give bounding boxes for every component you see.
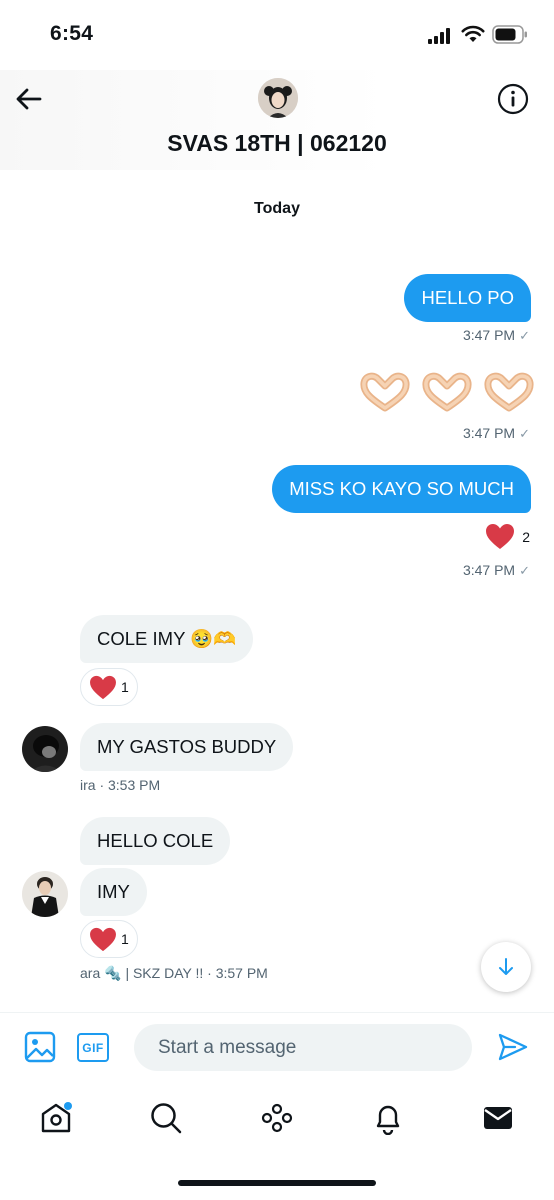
- received-message-bubble[interactable]: IMY: [80, 868, 147, 916]
- reaction-count: 2: [522, 528, 530, 545]
- back-arrow-icon[interactable]: [14, 84, 44, 114]
- send-icon[interactable]: [497, 1031, 529, 1063]
- sender-avatar[interactable]: [22, 726, 68, 772]
- bell-icon: [376, 1105, 400, 1135]
- conversation-title[interactable]: SVAS 18TH | 062120: [0, 130, 554, 157]
- message-reaction[interactable]: 2: [485, 523, 530, 550]
- conversation-header: SVAS 18TH | 062120: [0, 70, 554, 170]
- received-message-bubble[interactable]: MY GASTOS BUDDY: [80, 723, 294, 771]
- heart-icon: [90, 927, 116, 951]
- message-composer: GIF: [0, 1012, 554, 1082]
- bottom-navigation: [0, 1082, 554, 1200]
- day-separator: Today: [254, 200, 300, 217]
- sender-meta: ira · 3:53 PM: [80, 777, 161, 793]
- sent-check-icon: ✓: [519, 426, 530, 441]
- nav-spaces[interactable]: [257, 1098, 297, 1138]
- sent-check-icon: ✓: [519, 563, 530, 578]
- mail-icon: [484, 1107, 512, 1129]
- nav-messages[interactable]: [478, 1098, 518, 1138]
- status-time: 6:54: [50, 22, 94, 45]
- timestamp-text: 3:47 PM: [462, 327, 516, 343]
- message-reaction[interactable]: 1: [80, 668, 138, 706]
- message-input[interactable]: [134, 1024, 472, 1071]
- gif-label: GIF: [82, 1040, 104, 1055]
- sent-message-bubble[interactable]: MISS KO KAYO SO MUCH: [272, 465, 531, 513]
- wifi-icon: [461, 25, 485, 42]
- image-icon[interactable]: [24, 1031, 56, 1063]
- heart-hands-emoji-icon: [422, 372, 472, 412]
- message-reaction[interactable]: 1: [80, 920, 138, 958]
- heart-icon: [486, 524, 515, 549]
- scroll-to-bottom-button[interactable]: [481, 942, 531, 992]
- gif-button[interactable]: GIF: [77, 1033, 109, 1062]
- search-icon: [151, 1103, 182, 1134]
- message-timestamp: 3:47 PM ✓: [463, 562, 530, 579]
- emoji-message[interactable]: [360, 372, 534, 412]
- sender-avatar[interactable]: [22, 871, 68, 917]
- nav-home[interactable]: [36, 1098, 76, 1138]
- sender-meta: ara 🔩 | SKZ DAY !! · 3:57 PM: [80, 965, 268, 981]
- message-timestamp: 3:47 PM ✓: [463, 425, 530, 442]
- notification-dot: [64, 1102, 72, 1110]
- status-bar: 6:54: [0, 0, 554, 70]
- heart-hands-emoji-icon: [360, 372, 410, 412]
- home-indicator: [178, 1180, 376, 1186]
- timestamp-text: 3:47 PM: [462, 562, 516, 578]
- arrow-down-icon: [499, 958, 513, 975]
- heart-hands-emoji-icon: [484, 372, 534, 412]
- heart-icon: [90, 675, 116, 699]
- sent-check-icon: ✓: [519, 328, 530, 343]
- received-message-bubble[interactable]: HELLO COLE: [80, 817, 231, 865]
- home-icon: [41, 1102, 72, 1133]
- nav-search[interactable]: [146, 1098, 186, 1138]
- reaction-count: 1: [121, 679, 129, 695]
- cellular-signal-icon: [428, 28, 454, 44]
- info-icon[interactable]: [497, 83, 529, 115]
- nav-notifications[interactable]: [368, 1098, 408, 1138]
- timestamp-text: 3:47 PM: [462, 425, 516, 441]
- spaces-icon: [261, 1103, 293, 1133]
- sent-message-bubble[interactable]: HELLO PO: [404, 274, 531, 322]
- reaction-count: 1: [121, 931, 129, 947]
- message-timestamp: 3:47 PM ✓: [463, 327, 530, 344]
- received-message-bubble[interactable]: COLE IMY 🥹🫶: [80, 615, 254, 663]
- battery-icon: [492, 25, 527, 44]
- conversation-avatar[interactable]: [258, 78, 298, 118]
